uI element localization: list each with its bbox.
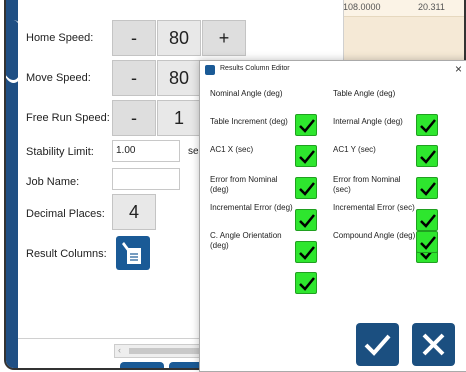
table-increment-deg-checkbox[interactable] bbox=[295, 145, 317, 167]
free-run-speed-value[interactable]: 1 bbox=[157, 100, 201, 136]
result-columns-button[interactable] bbox=[116, 236, 150, 270]
compound-angle-deg-checkbox[interactable] bbox=[416, 231, 438, 253]
free-run-speed-label: Free Run Speed: bbox=[26, 112, 110, 124]
close-icon[interactable]: × bbox=[455, 62, 462, 76]
close-icon bbox=[422, 333, 445, 356]
checkmark-icon bbox=[420, 214, 436, 228]
checkmark-icon bbox=[299, 150, 315, 164]
checkmark-icon bbox=[420, 182, 436, 196]
column-option-label: Error from Nominal (deg) bbox=[210, 175, 278, 194]
confirm-button[interactable] bbox=[356, 323, 399, 366]
c-angle-orientation-deg-checkbox[interactable] bbox=[295, 272, 317, 294]
checkmark-icon bbox=[420, 236, 436, 250]
column-option-label: Table Increment (deg) bbox=[210, 117, 288, 126]
move-speed-label: Move Speed: bbox=[26, 72, 91, 84]
error-from-nominal-sec-checkbox[interactable] bbox=[416, 209, 438, 231]
dialog-title: Results Column Editor bbox=[220, 65, 290, 72]
home-speed-increase-button[interactable]: + bbox=[202, 20, 246, 56]
checkmark-icon bbox=[299, 246, 315, 260]
nominal-angle-deg-checkbox[interactable] bbox=[295, 114, 317, 136]
ac1-x-sec-checkbox[interactable] bbox=[295, 177, 317, 199]
column-option-label: Incremental Error (sec) bbox=[333, 203, 415, 212]
table-angle-deg-checkbox[interactable] bbox=[416, 114, 438, 136]
column-option-label: AC1 X (sec) bbox=[210, 145, 254, 154]
checkmark-icon bbox=[299, 182, 315, 196]
stability-limit-input[interactable]: 1.00 bbox=[112, 140, 180, 162]
results-value-1: 108.0000 bbox=[343, 2, 381, 12]
home-speed-decrease-button[interactable]: - bbox=[112, 20, 156, 56]
horizontal-scrollbar[interactable]: ‹ bbox=[114, 344, 208, 358]
column-option-label: Error from Nominal (sec) bbox=[333, 175, 401, 194]
job-name-label: Job Name: bbox=[26, 176, 80, 188]
results-column-editor-dialog: Results Column Editor × Nominal Angle (d… bbox=[199, 60, 466, 372]
column-option-label: Table Angle (deg) bbox=[333, 89, 396, 98]
home-speed-value[interactable]: 80 bbox=[157, 20, 201, 56]
results-header-row: 108.0000 20.311 bbox=[341, 0, 464, 17]
ac1-y-sec-checkbox[interactable] bbox=[416, 177, 438, 199]
app-icon bbox=[205, 65, 215, 75]
column-option-label: C. Angle Orientation (deg) bbox=[210, 231, 282, 250]
decimal-places-label: Decimal Places: bbox=[26, 208, 105, 220]
bottom-action-button-1[interactable] bbox=[120, 362, 164, 368]
checkmark-icon bbox=[364, 334, 391, 356]
column-option-label: Compound Angle (deg) bbox=[333, 231, 416, 240]
decimal-places-value[interactable]: 4 bbox=[112, 194, 156, 230]
result-columns-label: Result Columns: bbox=[26, 248, 107, 260]
free-run-speed-decrease-button[interactable]: - bbox=[112, 100, 156, 136]
home-speed-label: Home Speed: bbox=[26, 32, 94, 44]
column-option-label: Incremental Error (deg) bbox=[210, 203, 293, 212]
column-option-label: Internal Angle (deg) bbox=[333, 117, 403, 126]
internal-angle-deg-checkbox[interactable] bbox=[416, 145, 438, 167]
move-speed-decrease-button[interactable]: - bbox=[112, 60, 156, 96]
column-option-label: AC1 Y (sec) bbox=[333, 145, 376, 154]
checkmark-icon bbox=[420, 119, 436, 133]
checkmark-icon bbox=[299, 214, 315, 228]
checkmark-icon bbox=[299, 119, 315, 133]
cancel-button[interactable] bbox=[412, 323, 455, 366]
checkmark-icon bbox=[299, 277, 315, 291]
error-from-nominal-deg-checkbox[interactable] bbox=[295, 209, 317, 231]
edit-document-icon bbox=[122, 242, 141, 264]
results-value-2: 20.311 bbox=[418, 2, 445, 12]
incremental-error-deg-checkbox[interactable] bbox=[295, 241, 317, 263]
scroll-left-icon[interactable]: ‹ bbox=[118, 345, 121, 355]
move-speed-value[interactable]: 80 bbox=[157, 60, 201, 96]
job-name-input[interactable] bbox=[112, 168, 180, 190]
stability-limit-label: Stability Limit: bbox=[26, 146, 94, 158]
column-option-label: Nominal Angle (deg) bbox=[210, 89, 283, 98]
checkmark-icon bbox=[420, 150, 436, 164]
brand-strip bbox=[6, 0, 27, 368]
scrollbar-thumb[interactable] bbox=[129, 348, 205, 354]
